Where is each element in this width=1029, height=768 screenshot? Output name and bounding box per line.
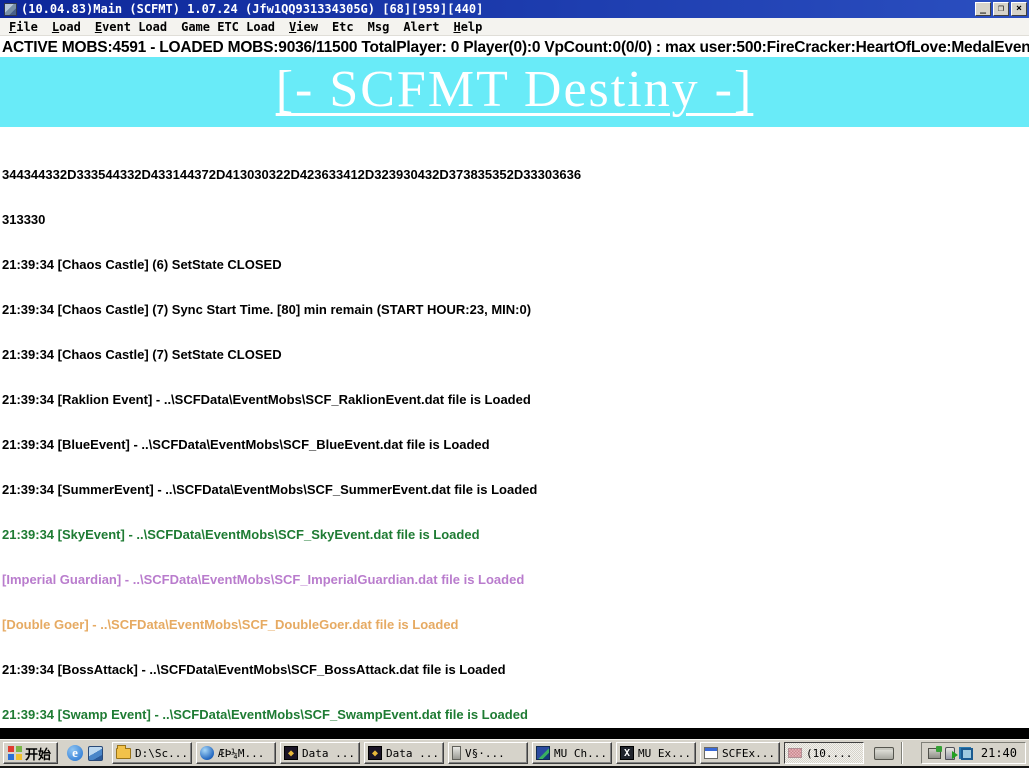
taskbar-button-mu-ch[interactable]: MU Ch... [532,742,612,764]
taskbar-button-explorer[interactable]: D:\Sc... [112,742,192,764]
mu-data-icon: ◆ [368,746,382,760]
computer-tower-icon [452,746,461,760]
menu-alert[interactable]: Alert [396,20,446,34]
menubar: File Load Event Load Game ETC Load View … [0,18,1029,36]
menu-game-etc-load[interactable]: Game ETC Load [174,20,282,34]
globe-icon [200,746,214,760]
log-line: 313330 [2,212,1029,227]
menu-msg[interactable]: Msg [361,20,397,34]
taskbar-separator [901,742,902,764]
outlook-express-icon[interactable] [88,746,103,761]
taskbar-button-dataserver-1[interactable]: ◆ Data ... [280,742,360,764]
log-line: 21:39:34 [BlueEvent] - ..\SCFData\EventM… [2,437,1029,452]
quick-launch: e [62,745,108,761]
log-line: 344344332D333544332D433144372D413030322D… [2,167,1029,182]
menu-event-load[interactable]: Event Load [88,20,174,34]
log-line: [Double Goer] - ..\SCFData\EventMobs\SCF… [2,617,1029,632]
log-line: 21:39:34 [SkyEvent] - ..\SCFData\EventMo… [2,527,1029,542]
taskbar-button-mu-ex[interactable]: X MU Ex... [616,742,696,764]
titlebar: (10.04.83)Main (SCFMT) 1.07.24 (Jfw1QQ93… [0,0,1029,18]
menu-load[interactable]: Load [45,20,88,34]
menu-view[interactable]: View [282,20,325,34]
log-line: 21:39:34 [Chaos Castle] (7) Sync Start T… [2,302,1029,317]
start-button[interactable]: 开始 [3,742,58,764]
taskbar-button-dataserver-2[interactable]: ◆ Data ... [364,742,444,764]
taskbar-button-scfmt-active[interactable]: (10.... [784,742,864,764]
log-line: 21:39:34 [BossAttack] - ..\SCFData\Event… [2,662,1029,677]
server-status-line: ACTIVE MOBS:4591 - LOADED MOBS:9036/1150… [0,36,1029,57]
log-line: 21:39:34 [SummerEvent] - ..\SCFData\Even… [2,482,1029,497]
log-line: 21:39:34 [Chaos Castle] (6) SetState CLO… [2,257,1029,272]
keyboard-icon[interactable] [874,747,894,760]
menu-help[interactable]: Help [446,20,489,34]
server-banner: [- SCFMT Destiny -] [0,57,1029,127]
internet-explorer-icon[interactable]: e [67,745,83,761]
taskbar-button-tool[interactable]: V§·... [448,742,528,764]
scfmt-icon [788,748,802,758]
close-button[interactable]: × [1011,2,1027,16]
folder-icon [116,748,131,759]
log-line: 21:39:34 [Raklion Event] - ..\SCFData\Ev… [2,392,1029,407]
menu-etc[interactable]: Etc [325,20,361,34]
taskbar-button-browser[interactable]: ÆÞ¼M... [196,742,276,764]
mu-data-icon: ◆ [284,746,298,760]
app-icon [4,3,17,16]
taskbar-clock: 21:40 [977,746,1017,760]
taskbar-button-scfex[interactable]: SCFEx... [700,742,780,764]
system-tray: 21:40 [921,742,1026,764]
hardware-icon[interactable] [928,748,941,759]
window-title: (10.04.83)Main (SCFMT) 1.07.24 (Jfw1QQ93… [21,2,975,16]
network-icon[interactable] [959,747,973,760]
minimize-button[interactable]: _ [975,2,991,16]
window-icon [704,747,718,759]
menu-file[interactable]: File [2,20,45,34]
windows-logo-icon [8,746,22,760]
mu-exe-icon: X [620,746,634,760]
log-line: [Imperial Guardian] - ..\SCFData\EventMo… [2,572,1029,587]
database-run-icon[interactable] [945,747,955,760]
mu-character-icon [536,746,550,760]
restore-button[interactable]: ❐ [993,2,1009,16]
start-label: 开始 [25,744,51,763]
taskbar: 开始 e D:\Sc... ÆÞ¼M... ◆ Data ... ◆ Data … [0,739,1029,768]
client-area: ACTIVE MOBS:4591 - LOADED MOBS:9036/1150… [0,36,1029,728]
log-line: 21:39:34 [Chaos Castle] (7) SetState CLO… [2,347,1029,362]
desktop-gap [0,728,1029,739]
banner-title: [- SCFMT Destiny -] [276,61,754,118]
server-log: 344344332D333544332D433144372D413030322D… [0,127,1029,728]
log-line: 21:39:34 [Swamp Event] - ..\SCFData\Even… [2,707,1029,722]
